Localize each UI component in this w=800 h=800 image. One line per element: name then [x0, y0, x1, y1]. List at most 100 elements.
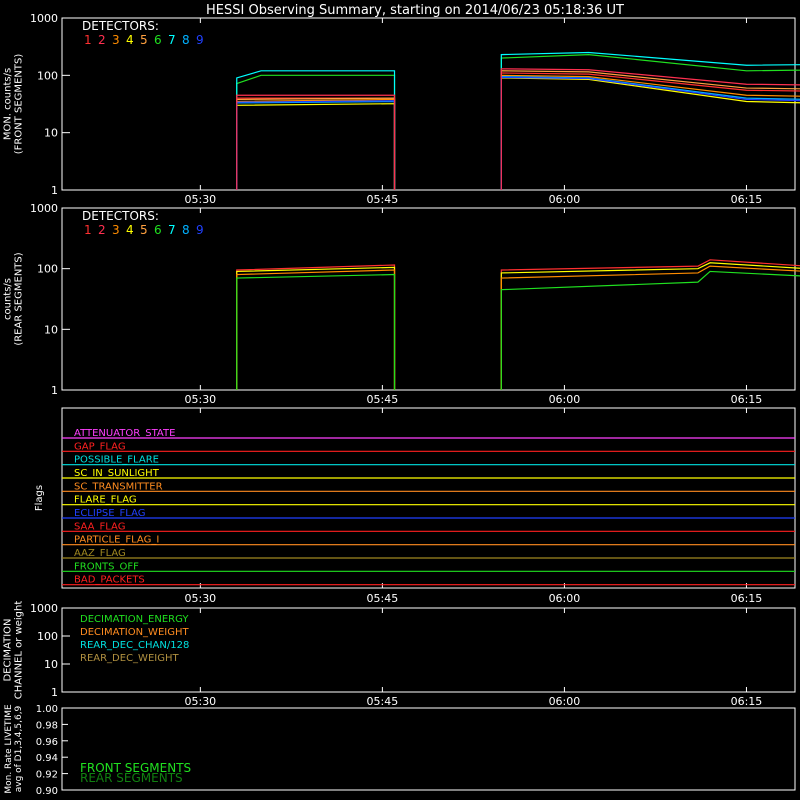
flag-label: ECLIPSE_FLAG	[74, 508, 145, 519]
x-tick-label: 05:45	[367, 695, 399, 708]
y-tick-label: 0.94	[36, 753, 58, 764]
legend-detector-5: 5	[140, 223, 148, 237]
series-line	[236, 97, 396, 190]
series-line	[236, 97, 396, 190]
legend-item: REAR SEGMENTS	[80, 771, 183, 785]
legend-detector-1: 1	[84, 33, 92, 47]
flag-label: AAZ_FLAG	[74, 548, 126, 559]
x-tick-label: 05:45	[367, 393, 399, 406]
flag-label: FRONTS_OFF	[74, 561, 139, 572]
y-tick-label: 0.96	[36, 737, 58, 748]
y-tick-label: 1000	[30, 602, 58, 615]
series-line	[236, 100, 396, 190]
y-tick-label: 1	[51, 184, 58, 197]
flag-label: FLARE_FLAG	[74, 495, 137, 506]
y-tick-label: 10	[44, 127, 58, 140]
legend-item: REAR_DEC_CHAN/128	[80, 640, 189, 651]
rear-segments-panel: 05:3005:4506:0006:1506:3006:451101001000…	[3, 202, 800, 406]
legend-detector-2: 2	[98, 223, 106, 237]
series-line	[500, 74, 800, 190]
series-line	[500, 76, 800, 190]
y-tick-label: 1	[51, 384, 58, 397]
x-tick-label: 06:15	[731, 592, 763, 605]
y-tick-label: 100	[37, 69, 58, 82]
legend-detector-5: 5	[140, 33, 148, 47]
series-line	[500, 72, 800, 190]
legend-detector-8: 8	[182, 33, 190, 47]
hessi-summary-figure: HESSI Observing Summary, starting on 201…	[3, 3, 800, 797]
flag-label: ATTENUATOR_STATE	[74, 428, 175, 439]
y-tick-label: 10	[44, 323, 58, 336]
x-tick-label: 06:00	[549, 695, 581, 708]
legend-item: DECIMATION_ENERGY	[80, 614, 189, 625]
series-line	[236, 98, 396, 190]
y-tick-label: 100	[37, 630, 58, 643]
y-tick-label: 1000	[30, 202, 58, 215]
legend-title: DETECTORS:	[82, 19, 159, 33]
y-axis-label: Flags	[34, 485, 45, 511]
x-tick-label: 06:15	[731, 193, 763, 206]
y-axis-label: (FRONT SEGMENTS)	[14, 54, 25, 155]
y-axis-label: Mon. Rate LIVETIME	[4, 704, 14, 794]
flag-label: PARTICLE_FLAG_I	[74, 535, 159, 546]
y-tick-label: 1.00	[36, 704, 58, 715]
x-tick-label: 05:45	[367, 193, 399, 206]
y-tick-label: 1000	[30, 12, 58, 25]
y-tick-label: 100	[37, 263, 58, 276]
legend-detector-2: 2	[98, 33, 106, 47]
y-axis-label: avg of D1,3,4,5,6,9	[14, 705, 24, 792]
flag-label: SC_TRANSMITTER	[74, 481, 163, 492]
front-segments-panel: 05:3005:4506:0006:1506:3006:451101001000…	[3, 12, 800, 206]
series-line	[236, 74, 396, 190]
y-axis-label: DECIMATION	[3, 618, 14, 681]
flag-label: GAP_FLAG	[74, 441, 126, 452]
y-tick-label: 1	[51, 686, 58, 699]
x-tick-label: 06:15	[731, 695, 763, 708]
chart-title: HESSI Observing Summary, starting on 201…	[206, 3, 624, 18]
series-line	[236, 269, 396, 390]
series-line	[236, 94, 396, 190]
legend-detector-6: 6	[154, 223, 162, 237]
flags-panel: 05:3005:4506:0006:1506:3006:45FlagsATTEN…	[34, 407, 796, 605]
legend-detector-3: 3	[112, 223, 120, 237]
legend-detector-4: 4	[126, 33, 134, 47]
flag-label: SC_IN_SUNLIGHT	[74, 468, 160, 479]
y-tick-label: 0.92	[36, 770, 58, 781]
legend-detector-7: 7	[168, 33, 176, 47]
legend-detector-9: 9	[196, 33, 204, 47]
series-line	[500, 259, 800, 390]
livetime-panel: 0.90 0.92 0.94 0.96 0.98 1.00 Mon. Rate LIVETI…	[4, 704, 796, 797]
y-tick-label: 0.90	[36, 786, 58, 797]
legend-detector-8: 8	[182, 223, 190, 237]
series-line	[500, 77, 800, 190]
x-tick-label: 05:30	[184, 393, 216, 406]
flag-label: BAD_PACKETS	[74, 575, 145, 586]
x-tick-label: 05:45	[367, 592, 399, 605]
legend-detector-9: 9	[196, 223, 204, 237]
flag-label: SAA_FLAG	[74, 521, 125, 532]
legend-detector-7: 7	[168, 223, 176, 237]
legend-detector-1: 1	[84, 223, 92, 237]
y-axis-label: MON. counts/s	[3, 68, 14, 140]
decimation-panel: 05:3005:4506:0006:1506:3006:451101001000…	[3, 601, 796, 708]
legend-detector-6: 6	[154, 33, 162, 47]
legend-title: DETECTORS:	[82, 209, 159, 223]
series-line	[236, 103, 396, 190]
x-tick-label: 06:15	[731, 393, 763, 406]
x-tick-label: 06:00	[549, 393, 581, 406]
flag-label: POSSIBLE_FLARE	[74, 455, 159, 466]
y-axis-label: CHANNEL or weight	[14, 601, 25, 700]
legend-item: DECIMATION_WEIGHT	[80, 627, 189, 638]
x-tick-label: 05:30	[184, 592, 216, 605]
x-tick-label: 05:30	[184, 695, 216, 708]
legend-item: REAR_DEC_WEIGHT	[80, 653, 179, 664]
series-line	[236, 70, 396, 190]
series-line	[500, 70, 800, 190]
x-tick-label: 05:30	[184, 193, 216, 206]
series-line	[236, 266, 396, 390]
series-line	[500, 76, 800, 190]
y-axis-label: counts/s	[3, 278, 14, 320]
series-line	[236, 264, 396, 390]
series-line	[236, 273, 396, 390]
series-line	[500, 262, 800, 390]
